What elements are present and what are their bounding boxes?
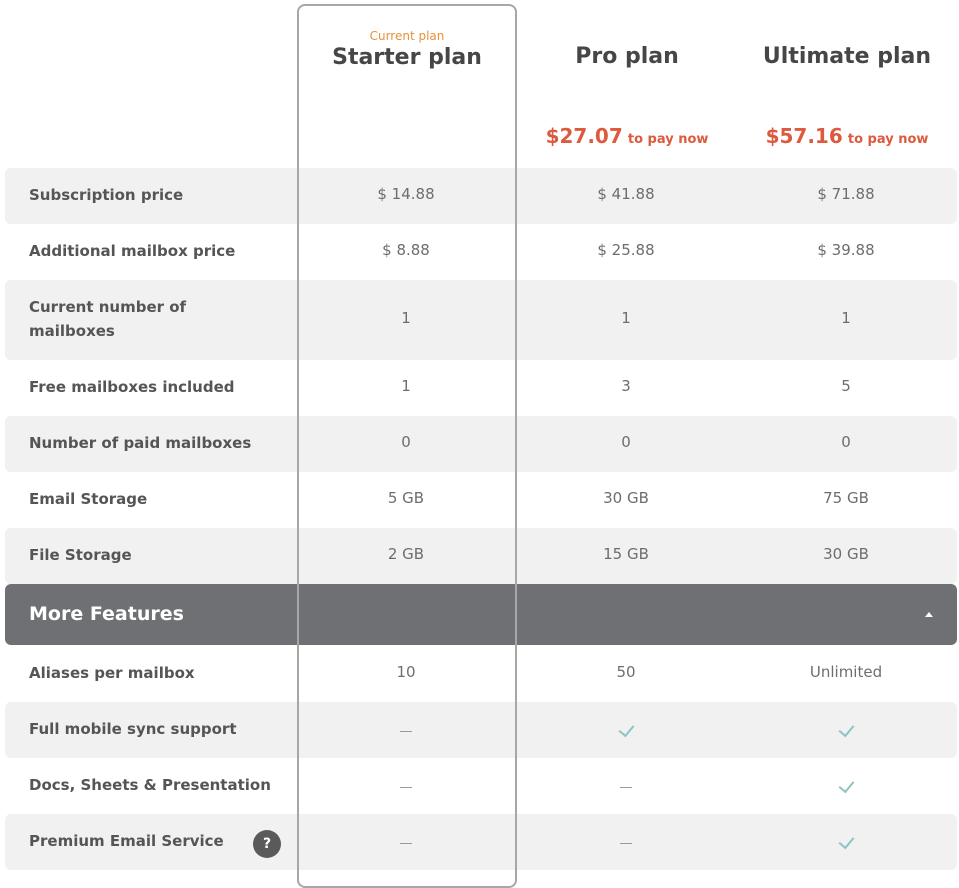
cell-starter: [297, 834, 515, 852]
cell-ultimate: 0: [841, 433, 851, 451]
cell-starter: [297, 722, 515, 740]
cell-pro: 0: [621, 433, 631, 451]
cell-ultimate: 5: [841, 377, 851, 395]
cell-starter: $ 14.88: [377, 185, 435, 203]
cell-starter: 5 GB: [387, 489, 425, 507]
cell-ultimate: 75 GB: [823, 489, 869, 507]
row-current-mailboxes: Current number of mailboxes 1 1 1: [5, 280, 957, 360]
row-label: File Storage: [29, 546, 132, 564]
dash-icon: [400, 731, 412, 732]
dash-icon: [400, 843, 412, 844]
cell-pro: [517, 834, 735, 852]
more-features-toggle[interactable]: More Features: [5, 584, 957, 645]
row-label: Premium Email Service: [29, 832, 224, 850]
plan-name-starter: Starter plan: [332, 45, 482, 70]
cell-ultimate: 1: [841, 309, 851, 327]
row-label: Email Storage: [29, 490, 148, 508]
pro-pay-label: to pay now: [627, 132, 709, 147]
more-features-title: More Features: [29, 603, 184, 625]
row-label-line1: Current number of: [29, 298, 187, 316]
row-label: Current number of mailboxes: [29, 295, 186, 343]
cell-pro: 3: [621, 377, 631, 395]
cell-starter: 2 GB: [387, 545, 425, 563]
cell-pro: [517, 778, 735, 796]
cell-pro: $ 25.88: [597, 241, 655, 259]
ultimate-pay-now: $57.16 to pay now: [737, 124, 957, 148]
cell-pro: 15 GB: [603, 545, 649, 563]
row-mobile-sync: Full mobile sync support: [5, 702, 957, 758]
dash-icon: [400, 787, 412, 788]
cell-ultimate: $ 39.88: [817, 241, 875, 259]
checkmark-icon: [838, 776, 854, 793]
cell-pro: 1: [621, 309, 631, 327]
row-paid-mailboxes: Number of paid mailboxes 0 0 0: [5, 416, 957, 472]
cell-starter: $ 8.88: [382, 241, 430, 259]
plan-name-ultimate: Ultimate plan: [762, 44, 932, 69]
cell-pro: [517, 720, 735, 740]
cell-ultimate: [737, 832, 955, 852]
plan-name-pro: Pro plan: [575, 44, 679, 69]
cell-pro: $ 41.88: [597, 185, 655, 203]
dash-icon: [620, 787, 632, 788]
plan-header-pro: Pro plan $27.07 to pay now: [517, 0, 737, 160]
row-subscription-price: Subscription price $ 14.88 $ 41.88 $ 71.…: [5, 168, 957, 224]
row-free-mailboxes: Free mailboxes included 1 3 5: [5, 360, 957, 416]
ultimate-pay-label: to pay now: [847, 132, 929, 147]
checkmark-icon: [838, 720, 854, 737]
help-icon[interactable]: ?: [253, 830, 281, 858]
cell-ultimate: Unlimited: [809, 663, 883, 681]
row-additional-mailbox-price: Additional mailbox price $ 8.88 $ 25.88 …: [5, 224, 957, 280]
row-premium-email: Premium Email Service: [5, 814, 957, 870]
cell-starter: 0: [401, 433, 411, 451]
current-plan-tag: Current plan: [369, 29, 445, 43]
collapse-caret-icon[interactable]: [925, 612, 933, 617]
row-aliases-per-mailbox: Aliases per mailbox 10 50 Unlimited: [5, 645, 957, 702]
cell-starter: 10: [396, 663, 416, 681]
row-label: Additional mailbox price: [29, 242, 236, 260]
checkmark-icon: [618, 720, 634, 737]
row-label: Number of paid mailboxes: [29, 434, 252, 452]
row-email-storage: Email Storage 5 GB 30 GB 75 GB: [5, 472, 957, 528]
cell-pro: 50: [616, 663, 636, 681]
cell-pro: 30 GB: [603, 489, 649, 507]
cell-ultimate: 30 GB: [823, 545, 869, 563]
plan-header-ultimate: Ultimate plan $57.16 to pay now: [737, 0, 957, 160]
row-label: Free mailboxes included: [29, 378, 235, 396]
plan-header-starter: Current plan Starter plan: [297, 0, 517, 160]
row-label-line2: mailboxes: [29, 322, 115, 340]
cell-starter: 1: [401, 309, 411, 327]
row-label: Full mobile sync support: [29, 720, 237, 738]
pro-pay-now: $27.07 to pay now: [517, 124, 737, 148]
cell-starter: 1: [401, 377, 411, 395]
row-file-storage: File Storage 2 GB 15 GB 30 GB: [5, 528, 957, 584]
pro-pay-amount: $27.07: [545, 124, 623, 148]
cell-starter: [297, 778, 515, 796]
ultimate-pay-amount: $57.16: [765, 124, 843, 148]
cell-ultimate: [737, 776, 955, 796]
cell-ultimate: [737, 720, 955, 740]
cell-ultimate: $ 71.88: [817, 185, 875, 203]
checkmark-icon: [838, 832, 854, 849]
row-label: Aliases per mailbox: [29, 664, 195, 682]
row-docs-sheets: Docs, Sheets & Presentation: [5, 758, 957, 814]
row-label: Subscription price: [29, 186, 184, 204]
dash-icon: [620, 843, 632, 844]
row-label: Docs, Sheets & Presentation: [29, 776, 271, 794]
